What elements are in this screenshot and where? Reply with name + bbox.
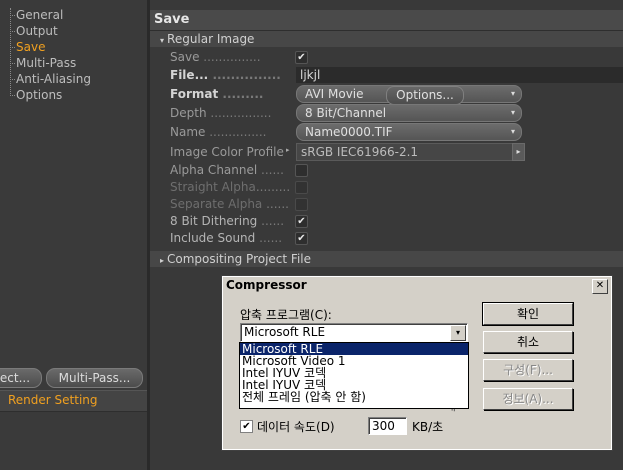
profile-arrow-icon[interactable]: ▸ xyxy=(512,143,525,161)
data-rate-input[interactable]: 300 xyxy=(368,417,407,435)
tree-tick xyxy=(10,47,15,48)
save-checkbox[interactable]: ✔ xyxy=(295,51,308,64)
section-compositing-project-file[interactable]: ▸ Compositing Project File xyxy=(150,251,623,267)
include-sound-checkbox[interactable]: ✔ xyxy=(295,232,308,245)
row-straight-alpha: Straight Alpha......... xyxy=(150,178,623,196)
format-label: Format xyxy=(170,87,219,101)
row-include-sound: Include Sound ...... ✔ xyxy=(150,229,623,247)
tree-item-multi-pass[interactable]: Multi-Pass xyxy=(16,55,76,71)
compressor-program-label: 압축 프로그램(C): xyxy=(240,308,332,322)
chevron-down-icon[interactable]: ▾ xyxy=(450,325,466,341)
tree-tick xyxy=(10,95,15,96)
row-alpha-channel: Alpha Channel ...... xyxy=(150,161,623,179)
compressor-dialog: Compressor ✕ 압축 프로그램(C): Microsoft RLE ▾… xyxy=(221,275,613,451)
render-setting-label: Render Setting xyxy=(8,393,98,407)
section-label: Compositing Project File xyxy=(167,252,311,266)
data-rate-checkbox[interactable]: ✔ xyxy=(240,420,253,433)
compressor-combobox[interactable]: Microsoft RLE ▾ xyxy=(240,323,468,342)
tree-item-save[interactable]: Save xyxy=(16,39,45,55)
data-rate-label: 데이터 속도(D) xyxy=(257,420,335,434)
tree-tick xyxy=(10,79,15,80)
page-title: Save xyxy=(154,12,190,27)
include-sound-label: Include Sound xyxy=(170,231,256,245)
tree-tick xyxy=(10,15,15,16)
multi-pass-button[interactable]: Multi-Pass... xyxy=(46,368,143,388)
leader-dots: ................ xyxy=(210,106,272,120)
name-dropdown[interactable]: Name0000.TIF ▾ xyxy=(296,123,522,141)
list-item[interactable]: 전체 프레임 (압축 안 함) xyxy=(240,391,468,403)
leader-dots: ...... xyxy=(266,197,289,211)
about-button[interactable]: 정보(A)... xyxy=(483,388,573,410)
panel-title-bar: Save xyxy=(150,10,623,31)
file-path-input[interactable]: ljkjl xyxy=(296,67,623,83)
color-profile-field[interactable]: sRGB IEC61966-2.1 xyxy=(296,143,517,161)
chevron-down-icon: ▾ xyxy=(510,89,515,98)
row-8bit-dithering: 8 Bit Dithering ...... ✔ xyxy=(150,212,623,230)
row-save: Save ............... ✔ xyxy=(150,48,623,66)
alpha-channel-label: Alpha Channel xyxy=(170,163,258,177)
cancel-button[interactable]: 취소 xyxy=(483,331,573,353)
tree-item-anti-aliasing[interactable]: Anti-Aliasing xyxy=(16,71,91,87)
leader-dots: ......... xyxy=(222,87,264,101)
tree-tick xyxy=(10,63,15,64)
leader-dots: ...... xyxy=(261,214,285,228)
tree-item-options[interactable]: Options xyxy=(16,87,62,103)
chevron-down-icon: ▾ xyxy=(510,127,515,136)
format-value: AVI Movie xyxy=(305,87,364,101)
save-label: Save xyxy=(170,50,200,64)
tree-tick xyxy=(10,31,15,32)
depth-label: Depth xyxy=(170,106,207,120)
file-label[interactable]: File... xyxy=(170,68,208,82)
expand-open-icon: ▾ xyxy=(160,36,165,45)
effect-button[interactable]: ect... xyxy=(0,368,42,388)
leader-dots: ...... xyxy=(259,231,283,245)
section-regular-image[interactable]: ▾ Regular Image xyxy=(150,31,623,47)
section-label: Regular Image xyxy=(167,32,255,46)
format-options-button[interactable]: Options... xyxy=(386,86,464,105)
separate-alpha-checkbox[interactable] xyxy=(295,198,308,211)
tree-item-output[interactable]: Output xyxy=(16,23,58,39)
chevron-down-icon: ▾ xyxy=(510,108,515,117)
leader-dots: ......... xyxy=(255,180,291,194)
leader-dots: ...... xyxy=(261,163,284,177)
separate-alpha-label: Separate Alpha xyxy=(170,197,263,211)
straight-alpha-label: Straight Alpha xyxy=(170,180,256,194)
depth-value: 8 Bit/Channel xyxy=(305,106,387,120)
row-depth: Depth ................ 8 Bit/Channel ▾ xyxy=(150,104,623,122)
data-rate-unit: KB/초 xyxy=(412,420,444,434)
render-setting-row[interactable]: Render Setting xyxy=(0,390,147,412)
row-separate-alpha: Separate Alpha ...... xyxy=(150,195,623,213)
tree-connector xyxy=(10,8,11,96)
straight-alpha-checkbox[interactable] xyxy=(295,181,308,194)
compressor-options-list[interactable]: Microsoft RLE Microsoft Video 1 Intel IY… xyxy=(239,342,469,409)
configure-button[interactable]: 구성(F)... xyxy=(483,359,573,381)
row-name: Name ............... Name0000.TIF ▾ xyxy=(150,123,623,141)
dialog-title: Compressor xyxy=(226,278,307,292)
dithering-checkbox[interactable]: ✔ xyxy=(295,215,308,228)
compressor-selected-value: Microsoft RLE xyxy=(244,325,326,339)
alpha-channel-checkbox[interactable] xyxy=(295,164,308,177)
name-value: Name0000.TIF xyxy=(305,125,393,139)
expand-closed-icon[interactable]: ▸ xyxy=(286,146,290,154)
leader-dots: ............... xyxy=(209,125,267,139)
expand-closed-icon: ▸ xyxy=(160,256,165,265)
close-icon[interactable]: ✕ xyxy=(592,279,608,294)
ok-button[interactable]: 확인 xyxy=(482,302,574,326)
name-label: Name xyxy=(170,125,206,139)
dialog-title-bar[interactable]: Compressor ✕ xyxy=(223,277,611,295)
tree-item-general[interactable]: General xyxy=(16,7,63,23)
dithering-label: 8 Bit Dithering xyxy=(170,214,258,228)
row-file: File... ............... ljkjl xyxy=(150,66,623,84)
depth-dropdown[interactable]: 8 Bit/Channel ▾ xyxy=(296,104,522,122)
color-profile-label: Image Color Profile xyxy=(170,145,284,159)
leader-dots: ............... xyxy=(212,68,281,82)
leader-dots: ............... xyxy=(203,50,261,64)
